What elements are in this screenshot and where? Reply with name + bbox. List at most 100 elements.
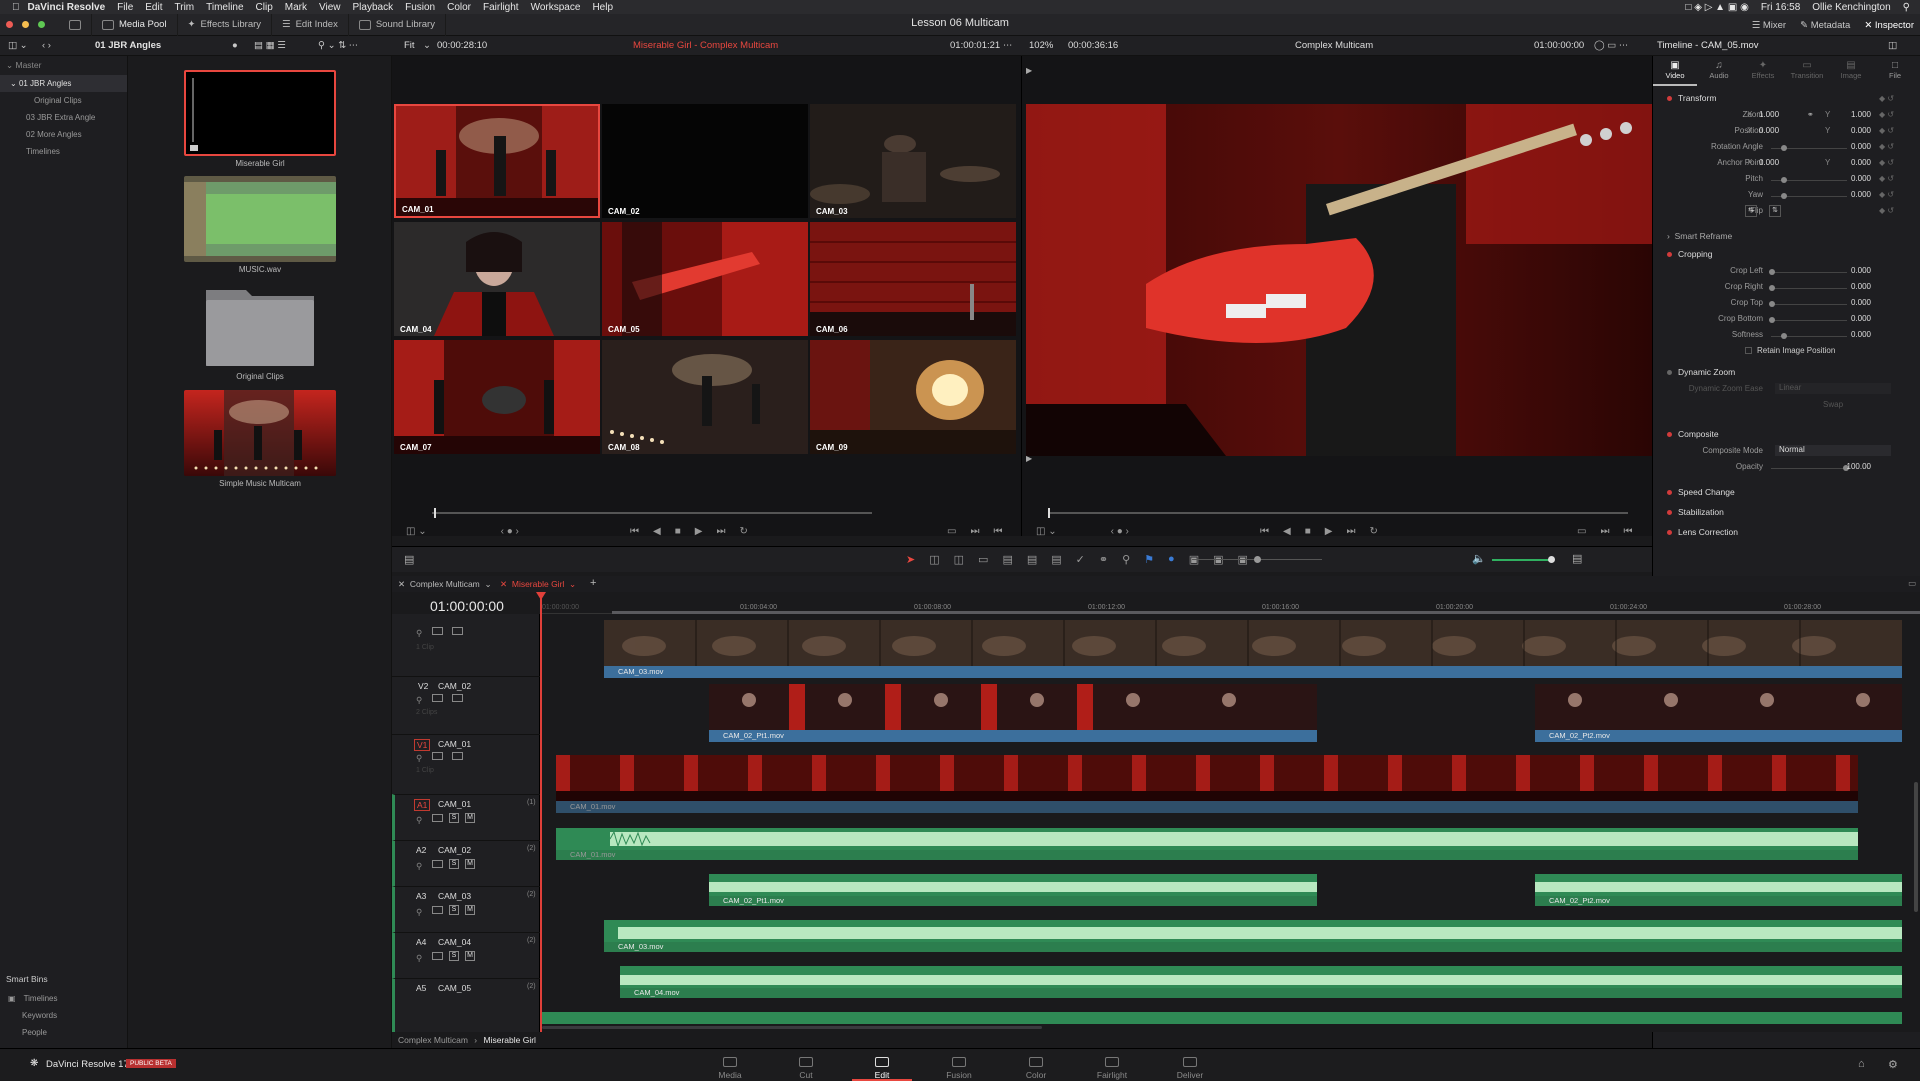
solo-button[interactable]: S — [449, 859, 459, 869]
crop-right-field[interactable]: 0.000 — [1851, 282, 1871, 291]
apple-icon[interactable]:  — [12, 2, 20, 13]
jog-control[interactable]: ‹ ● › — [501, 526, 519, 537]
stop-icon[interactable]: ■ — [1305, 526, 1311, 537]
dynamic-trim-icon[interactable]: ◫ — [954, 553, 964, 566]
page-tab-fairlight[interactable]: Fairlight — [1082, 1057, 1142, 1080]
crop-bottom-handle[interactable] — [1769, 317, 1775, 323]
transform-section[interactable]: Transform — [1667, 93, 1716, 103]
opacity-slider[interactable] — [1771, 468, 1847, 469]
add-timeline-tab-button[interactable]: + — [590, 577, 596, 589]
track-lock-icon[interactable]: ⚲ — [416, 695, 422, 706]
multicam-angle-4[interactable]: CAM_04 — [394, 222, 600, 336]
menu-clip[interactable]: Clip — [256, 2, 273, 13]
position-y-field[interactable]: 0.000 — [1851, 126, 1871, 135]
settings-gear-icon[interactable]: ⚙ — [1888, 1058, 1898, 1071]
tab-video[interactable]: ▣ Video — [1653, 56, 1697, 86]
track-name[interactable]: CAM_05 — [438, 983, 471, 993]
play-icon[interactable]: ▶ — [1325, 526, 1333, 537]
timeline-ruler[interactable]: 01:00:00:00 01:00:04:00 01:00:08:00 01:0… — [540, 592, 1920, 614]
keyframe-icon[interactable]: ◆ ↺ — [1879, 187, 1909, 203]
page-tab-media[interactable]: Media — [700, 1057, 760, 1080]
go-to-end-icon[interactable]: ⏭ — [716, 526, 725, 537]
play-reverse-icon[interactable]: ◀ — [653, 526, 661, 537]
position-x-field[interactable]: 0.000 — [1759, 126, 1779, 135]
page-tab-edit[interactable]: Edit — [852, 1057, 912, 1081]
timeline-viewer[interactable]: ▶ ▶ ◫ ⌄ ‹ ● › ⏮ ◀ ■ ▶ ⏭ ↻ ▭ ⏭ ⏮ — [1022, 56, 1652, 537]
tab-miserable-girl[interactable]: ✕ Miserable Girl ⌄ — [500, 579, 576, 590]
multicam-angle-2[interactable]: CAM_02 — [602, 104, 808, 218]
track-lock-icon[interactable]: ⚲ — [416, 753, 422, 764]
home-icon[interactable]: ⌂ — [1858, 1058, 1865, 1070]
go-to-end-icon[interactable]: ⏭ — [1346, 526, 1355, 537]
chevron-down-icon[interactable]: ⌄ — [423, 40, 431, 51]
composite-section[interactable]: Composite — [1667, 429, 1719, 439]
video-clip-cam02-pt1[interactable]: CAM_02_Pt1.mov — [709, 684, 1317, 742]
smart-bin-keywords[interactable]: Keywords — [22, 1007, 57, 1024]
crop-top-handle[interactable] — [1769, 301, 1775, 307]
replace-clip-icon[interactable]: ▤ — [1051, 553, 1061, 566]
menu-trim[interactable]: Trim — [175, 2, 195, 13]
clip-thumbnail-music[interactable] — [184, 176, 336, 262]
enable-dot[interactable] — [1667, 530, 1672, 535]
effects-library-button[interactable]: ✦ Effects Library — [178, 13, 273, 36]
mark-in-icon[interactable]: ⏭ — [970, 526, 979, 537]
keyframe-icon[interactable]: ◆ ↺ — [1879, 91, 1909, 107]
menubar-user[interactable]: Ollie Kenchington — [1812, 2, 1890, 13]
menu-fairlight[interactable]: Fairlight — [483, 2, 519, 13]
track-id-destination[interactable]: A1 — [414, 799, 431, 811]
zoom-y-field[interactable]: 1.000 — [1851, 110, 1871, 119]
enable-dot[interactable] — [1667, 252, 1672, 257]
clip-thumbnail-miserable-girl[interactable] — [184, 70, 336, 156]
crop-top-field[interactable]: 0.000 — [1851, 298, 1871, 307]
menu-mark[interactable]: Mark — [285, 2, 307, 13]
video-clip-cam01[interactable]: CAM_01.mov — [556, 755, 1858, 813]
pitch-slider-handle[interactable] — [1781, 177, 1787, 183]
smart-bin-people[interactable]: People — [22, 1024, 47, 1041]
viewer-options-icon[interactable]: ◯ ▭ ⋯ — [1594, 40, 1628, 51]
softness-field[interactable]: 0.000 — [1851, 330, 1871, 339]
timeline-panel-icon[interactable]: ▭ — [1908, 578, 1916, 589]
zoom-window-icon[interactable] — [38, 21, 45, 28]
linked-selection-icon[interactable]: ⚭ — [1099, 553, 1108, 566]
enable-dot[interactable] — [1667, 370, 1672, 375]
auto-select-icon[interactable] — [432, 814, 443, 822]
keyframe-icon[interactable]: ◆ ↺ — [1879, 107, 1909, 123]
flip-horizontal-button[interactable]: ⇆ — [1745, 205, 1757, 217]
inspector-button[interactable]: ✕ Inspector — [1864, 20, 1914, 31]
tab-complex-multicam[interactable]: ✕ Complex Multicam ⌄ — [398, 579, 492, 590]
spotlight-icon[interactable]: ⚲ — [1903, 2, 1910, 13]
link-icon[interactable]: ⚭ — [1807, 110, 1814, 119]
match-frame-icon[interactable]: ▭ — [1577, 526, 1586, 537]
timeline-playhead[interactable] — [540, 592, 542, 1032]
crop-right-handle[interactable] — [1769, 285, 1775, 291]
enable-dot[interactable] — [1667, 510, 1672, 515]
track-lock-icon[interactable]: ⚲ — [416, 953, 422, 964]
menu-workspace[interactable]: Workspace — [531, 2, 581, 13]
auto-select-icon[interactable] — [432, 860, 443, 868]
menubar-clock[interactable]: Fri 16:58 — [1761, 2, 1800, 13]
enable-dot[interactable] — [1667, 96, 1672, 101]
menubar-status-icons[interactable]: □ ◈ ▷ ▲ ▣ ◉ — [1685, 2, 1748, 13]
page-tab-deliver[interactable]: Deliver — [1160, 1057, 1220, 1080]
breadcrumb-item[interactable]: Miserable Girl — [484, 1035, 536, 1045]
mark-in-icon[interactable]: ⏭ — [1600, 526, 1609, 537]
marker-icon[interactable]: ● — [1168, 553, 1175, 566]
mute-button[interactable]: M — [465, 859, 475, 869]
crop-top-slider[interactable] — [1771, 304, 1847, 305]
bin-item-extra-angle[interactable]: 03 JBR Extra Angle — [0, 109, 127, 126]
yaw-slider-handle[interactable] — [1781, 193, 1787, 199]
source-viewer[interactable]: CAM_01 CAM_02 CAM_03 CAM_04 CAM_05 CAM_0… — [392, 56, 1022, 537]
inspector-expand-icon[interactable]: ◫ — [1888, 40, 1897, 51]
flag-icon[interactable]: ⚑ — [1144, 553, 1154, 566]
timeline-area[interactable]: 01:00:00:00 01:00:00:00 01:00:04:00 01:0… — [392, 592, 1920, 1032]
rotation-slider-handle[interactable] — [1781, 145, 1787, 151]
auto-select-icon[interactable] — [432, 752, 443, 760]
anchor-y-field[interactable]: 0.000 — [1851, 158, 1871, 167]
breadcrumb-item[interactable]: Complex Multicam — [398, 1035, 468, 1045]
overwrite-clip-icon[interactable]: ▤ — [1027, 553, 1037, 566]
smart-bin-timelines[interactable]: ▣ Timelines — [8, 990, 58, 1007]
flip-vertical-button[interactable]: ⇅ — [1769, 205, 1781, 217]
sidebar-toggle-icon[interactable]: ◫ ⌄ — [8, 40, 28, 51]
position-lock-icon[interactable]: ⚲ — [1122, 553, 1130, 566]
page-tab-color[interactable]: Color — [1006, 1057, 1066, 1080]
